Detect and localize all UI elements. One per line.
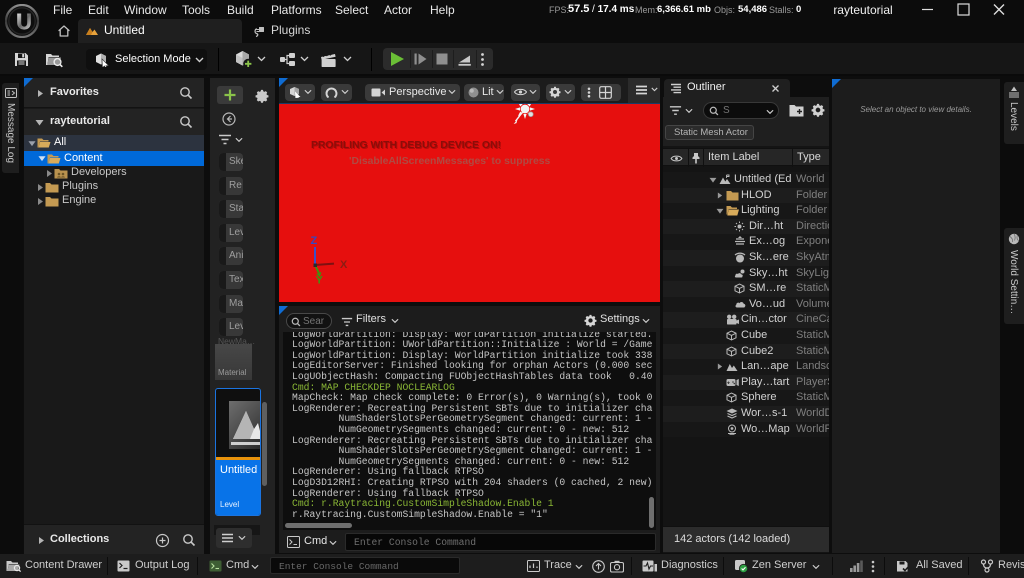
svg-text:Y: Y <box>316 275 324 285</box>
svg-text:X: X <box>340 259 348 271</box>
svg-text:Z: Z <box>311 235 318 247</box>
